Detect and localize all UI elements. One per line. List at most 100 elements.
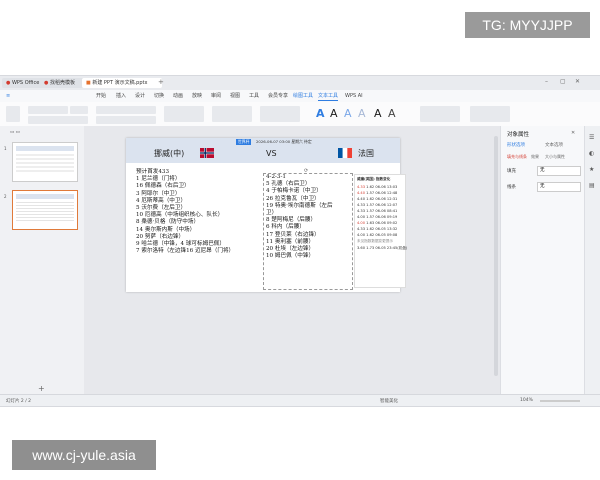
text-style-a5-icon[interactable]: A <box>374 107 382 120</box>
vs-label: VS <box>266 149 277 158</box>
font-size-select[interactable] <box>70 106 88 114</box>
menu-drawing-tools[interactable]: 绘图工具 <box>293 92 313 100</box>
panel-title: 对象属性 <box>507 132 530 138</box>
tab-template[interactable]: ● 找稻壳模板 <box>40 78 88 88</box>
menu-insert[interactable]: 插入 <box>116 92 126 100</box>
line-select[interactable]: 无 <box>537 182 581 192</box>
add-tab-icon[interactable]: + <box>158 78 164 86</box>
ribbon-toolbar: A A A A A A <box>0 102 600 127</box>
line-label: 线条 <box>507 185 516 190</box>
wps-window: ● WPS Office ● 找稻壳模板 ■ 新建 PPT 演示文稿.pptx … <box>0 75 600 407</box>
subtab-effects[interactable]: 效果 <box>531 154 539 160</box>
menu-member[interactable]: 会员专享 <box>268 92 288 100</box>
lineup-line: 16 佩德森（右后卫） <box>136 183 190 190</box>
text-style-a4-icon[interactable]: A <box>358 107 366 120</box>
tab-bar: ● WPS Office ● 找稻壳模板 ■ 新建 PPT 演示文稿.pptx … <box>0 76 600 91</box>
ppt-icon: ■ <box>86 80 91 86</box>
match-badge: 世界杯 <box>236 139 252 145</box>
lineup-line: 8 桑德·贝格（防守中场） <box>136 219 200 226</box>
smart-beautify-button[interactable]: 智能美化 <box>380 398 398 404</box>
lineup-line: 10 姆巴佩（中锋） <box>266 253 315 260</box>
slide: 挪威(中) 世界杯 2026-06-07 03:00 星期六 待定 VS 法国 <box>126 138 407 292</box>
odds-footer: 未见指数数据变更提示 <box>357 239 393 243</box>
lineup-line: 11 奥利塞（前腰） <box>266 238 315 245</box>
right-team-name: 法国 <box>358 149 374 158</box>
textbox-button[interactable] <box>260 106 300 122</box>
thumb-slide-2[interactable] <box>12 190 78 230</box>
status-bar: 幻灯片 2 / 2 智能美化 104% <box>0 394 600 406</box>
text-style-a3-icon[interactable]: A <box>344 107 352 120</box>
lineup-line: 4 厄斯蒂高（中卫） <box>136 197 187 204</box>
thumb-number-1: 1 <box>4 146 7 151</box>
paragraph-group[interactable] <box>96 106 156 114</box>
watermark-top: TG: MYYJJPP <box>465 12 590 38</box>
match-info: 2026-06-07 03:00 星期六 待定 <box>256 139 312 144</box>
lineup-line: 3 阿耶尔（中卫） <box>136 190 181 197</box>
arrange-button[interactable] <box>212 106 252 122</box>
layout-icon[interactable]: ▤ <box>589 182 595 189</box>
slide-counter: 幻灯片 2 / 2 <box>6 399 32 404</box>
maximize-icon[interactable]: ▢ <box>560 78 566 85</box>
menu-slideshow[interactable]: 放映 <box>192 92 202 100</box>
properties-icon[interactable]: ☰ <box>589 134 594 141</box>
right-toolstrip: ☰ ◐ ★ ▤ <box>584 126 600 396</box>
menu-wps-ai[interactable]: WPS AI <box>345 92 363 100</box>
menu-home[interactable]: 开始 <box>96 92 106 100</box>
lineup-line: 26 拉克鲁瓦（中卫） <box>266 195 320 202</box>
norway-flag-icon <box>200 148 214 158</box>
zoom-slider[interactable] <box>540 400 580 402</box>
subtab-size[interactable]: 大小与属性 <box>545 154 565 160</box>
left-lineup[interactable]: 预计首发433 1 尼兰德（门将） 16 佩德森（右后卫） 3 阿耶尔（中卫） … <box>136 169 234 255</box>
style-icon[interactable]: ◐ <box>589 150 594 157</box>
menu-design[interactable]: 设计 <box>135 92 145 100</box>
tab-document-label: 新建 PPT 演示文稿.pptx <box>92 80 148 86</box>
menu-view[interactable]: 视图 <box>230 92 240 100</box>
lineup-line: 4 于帕梅卡诺（中卫） <box>266 188 322 195</box>
template-icon: ● <box>44 80 49 86</box>
vertical-scrollbar[interactable] <box>494 136 498 376</box>
menu-animation[interactable]: 动画 <box>173 92 183 100</box>
odds-table: 威廉(英国) 指数变化 4.33 1.62 06-06 13:03 4.40 1… <box>354 174 408 288</box>
selected-textbox[interactable]: ⟳ 4-2-3-1 5 孔德（右后卫） 4 于帕梅卡诺（中卫） 26 拉克鲁瓦（… <box>263 168 353 290</box>
menu-review[interactable]: 审阅 <box>211 92 221 100</box>
lineup-line: 17 登贝莱（右边锋） <box>266 231 320 238</box>
lineup-line: 6 科内（后腰） <box>266 224 305 231</box>
font-family-select[interactable] <box>28 106 68 114</box>
fill-select[interactable]: 无 <box>537 166 581 176</box>
tab-document[interactable]: ■ 新建 PPT 演示文稿.pptx <box>82 78 162 88</box>
align-group[interactable] <box>96 116 156 124</box>
france-flag-icon <box>338 148 352 158</box>
text-effects-button[interactable] <box>420 106 460 122</box>
text-style-a1-icon[interactable]: A <box>316 107 325 120</box>
zoom-level: 104% <box>520 398 533 403</box>
tab-text-options[interactable]: 文本选项 <box>545 142 563 148</box>
watermark-bottom: www.cj-yule.asia <box>12 440 156 470</box>
shape-fill-button[interactable] <box>164 106 204 122</box>
lineup-line: 20 努萨（右边锋） <box>136 233 185 240</box>
text-style-a6-icon[interactable]: A <box>388 107 396 120</box>
menu-transition[interactable]: 切换 <box>154 92 164 100</box>
odds-row: 3.60 1.73 06-05 23:45(初盘) <box>357 246 408 250</box>
menu-tools[interactable]: 工具 <box>249 92 259 100</box>
subtab-fill-line[interactable]: 填充与线条 <box>507 154 527 160</box>
thumbs-header: ▭ ▭ <box>10 130 20 135</box>
add-slide-icon[interactable]: + <box>38 384 45 393</box>
properties-panel: 对象属性 ✕ 形状选项 文本选项 填充与线条 效果 大小与属性 填充 无 线条 … <box>500 126 585 396</box>
format-painter-button[interactable] <box>6 106 20 122</box>
thumb-slide-1[interactable] <box>12 142 78 182</box>
tab-template-label: 找稻壳模板 <box>49 80 75 86</box>
close-icon[interactable]: ✕ <box>575 78 580 85</box>
tab-shape-options[interactable]: 形状选项 <box>507 142 525 148</box>
slide-header: 挪威(中) 世界杯 2026-06-07 03:00 星期六 待定 VS 法国 <box>126 138 400 163</box>
align-text-button[interactable] <box>470 106 510 122</box>
animation-icon[interactable]: ★ <box>589 166 594 173</box>
panel-close-icon[interactable]: ✕ <box>571 130 575 136</box>
font-style-group[interactable] <box>28 116 88 124</box>
lineup-line: 7 索尔洛特（左边锋16 迈尼昂（门将） <box>136 248 235 255</box>
text-style-a2-icon[interactable]: A <box>330 107 338 120</box>
menu-text-tools[interactable]: 文本工具 <box>318 92 339 101</box>
tab-wps-label: WPS Office <box>11 80 40 86</box>
menu-icon[interactable]: ≡ <box>6 92 10 100</box>
minimize-icon[interactable]: – <box>545 78 548 85</box>
thumb-number-2: 2 <box>4 194 7 199</box>
